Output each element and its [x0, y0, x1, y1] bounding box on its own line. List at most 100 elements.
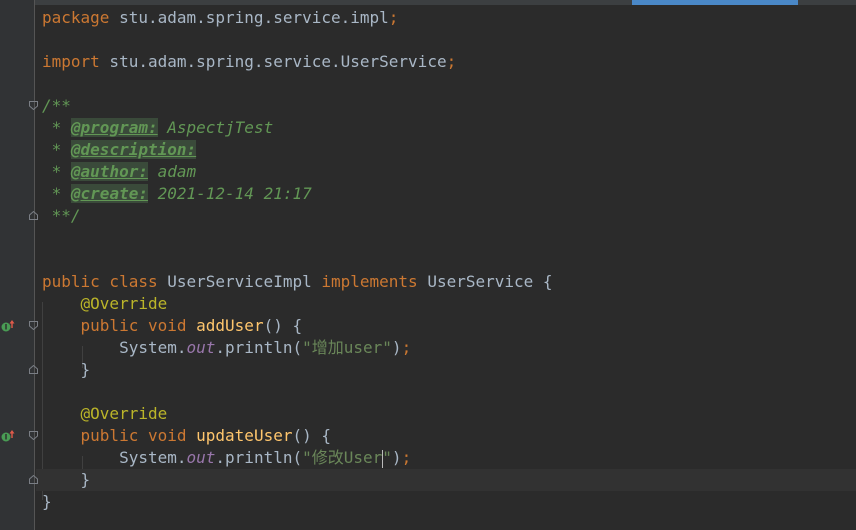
code-token: () {: [263, 316, 303, 335]
code-token: System.: [42, 448, 187, 467]
code-token: ): [391, 448, 402, 467]
code-token: System.: [42, 338, 187, 357]
code-line-text: @Override: [42, 293, 168, 315]
code-line-text: /**: [42, 95, 71, 117]
implements-method-icon[interactable]: [1, 319, 17, 333]
code-line-text: * @author: adam: [42, 161, 196, 183]
fold-collapse-icon[interactable]: [29, 431, 38, 440]
code-token: "增加user": [302, 338, 392, 357]
code-token: public void: [80, 316, 187, 335]
code-token: .println(: [215, 448, 303, 467]
fold-collapse-icon[interactable]: [29, 101, 38, 110]
code-token: ;: [446, 52, 457, 71]
code-line[interactable]: * @program: AspectjTest: [36, 117, 856, 139]
code-token: package: [42, 8, 110, 27]
code-line-text: import stu.adam.spring.service.UserServi…: [42, 51, 456, 73]
code-token: stu.adam.spring.service.impl: [109, 8, 389, 27]
code-token: out: [186, 338, 216, 357]
code-line-text: * @description:: [42, 139, 197, 161]
code-token: @Override: [80, 404, 168, 423]
code-token: "修改User: [302, 448, 383, 467]
code-token: UserService {: [417, 272, 553, 291]
code-line-text: @Override: [42, 403, 168, 425]
code-line[interactable]: @Override: [36, 403, 856, 425]
fold-end-icon[interactable]: [29, 211, 38, 220]
code-line[interactable]: * @create: 2021-12-14 21:17: [36, 183, 856, 205]
code-line[interactable]: package stu.adam.spring.service.impl;: [36, 7, 856, 29]
code-token: @description:: [70, 140, 197, 159]
code-token: ": [382, 448, 392, 467]
code-token: }: [42, 470, 91, 489]
code-token: @program:: [70, 118, 158, 137]
code-line[interactable]: import stu.adam.spring.service.UserServi…: [36, 51, 856, 73]
code-line-text: public void addUser() {: [42, 315, 303, 337]
code-line[interactable]: [36, 381, 856, 403]
code-token: implements: [321, 272, 418, 291]
code-token: updateUser: [196, 426, 293, 445]
code-token: ): [391, 338, 402, 357]
code-line[interactable]: [36, 29, 856, 51]
code-token: import: [42, 52, 100, 71]
code-token: **/: [42, 206, 81, 225]
code-token: /**: [42, 96, 71, 115]
code-line-text: package stu.adam.spring.service.impl;: [42, 7, 398, 29]
code-line[interactable]: public void updateUser() {: [36, 425, 856, 447]
editor-gutter[interactable]: [0, 0, 35, 530]
code-token: addUser: [196, 316, 264, 335]
code-token: ;: [401, 448, 412, 467]
code-token: out: [186, 448, 216, 467]
code-line-text: }: [42, 469, 91, 491]
fold-end-icon[interactable]: [29, 475, 38, 484]
code-line[interactable]: public void addUser() {: [36, 315, 856, 337]
code-token: @Override: [80, 294, 168, 313]
code-line[interactable]: [36, 73, 856, 95]
code-token: public void: [80, 426, 187, 445]
code-line-text: * @program: AspectjTest: [42, 117, 273, 139]
code-line-text: **/: [42, 205, 81, 227]
fold-collapse-icon[interactable]: [29, 321, 38, 330]
code-token: @create:: [70, 184, 148, 203]
code-line-text: }: [42, 359, 91, 381]
code-line-text: * @create: 2021-12-14 21:17: [42, 183, 312, 205]
code-line[interactable]: }: [36, 359, 856, 381]
code-line[interactable]: System.out.println("修改User");: [36, 447, 856, 469]
code-token: @author:: [70, 162, 148, 181]
code-token: public class: [42, 272, 158, 291]
code-line[interactable]: }: [36, 491, 856, 513]
code-token: stu.adam.spring.service.UserService: [99, 52, 447, 71]
code-token: *: [42, 184, 71, 203]
code-line-text: }: [42, 491, 52, 513]
code-token: *: [42, 118, 71, 137]
code-line[interactable]: /**: [36, 95, 856, 117]
code-line[interactable]: * @description:: [36, 139, 856, 161]
code-line[interactable]: }: [36, 469, 856, 491]
code-token: }: [42, 360, 91, 379]
code-token: }: [42, 492, 52, 511]
code-line[interactable]: public class UserServiceImpl implements …: [36, 271, 856, 293]
code-token: *: [42, 140, 71, 159]
code-token: adam: [147, 162, 197, 181]
code-token: () {: [292, 426, 331, 445]
code-token: *: [42, 162, 71, 181]
implements-method-icon[interactable]: [1, 429, 17, 443]
fold-end-icon[interactable]: [29, 365, 38, 374]
code-line[interactable]: @Override: [36, 293, 856, 315]
code-line[interactable]: [36, 249, 856, 271]
code-line[interactable]: * @author: adam: [36, 161, 856, 183]
code-token: AspectjTest: [157, 118, 274, 137]
code-line-text: System.out.println("增加user");: [42, 337, 411, 359]
code-line-text: public void updateUser() {: [42, 425, 331, 447]
code-editor[interactable]: package stu.adam.spring.service.impl; imp…: [36, 0, 856, 530]
code-line[interactable]: System.out.println("增加user");: [36, 337, 856, 359]
code-token: 2021-12-14 21:17: [147, 184, 312, 203]
code-line[interactable]: **/: [36, 205, 856, 227]
code-line-text: System.out.println("修改User");: [42, 447, 411, 469]
code-token: UserServiceImpl: [157, 272, 322, 291]
code-line[interactable]: [36, 227, 856, 249]
